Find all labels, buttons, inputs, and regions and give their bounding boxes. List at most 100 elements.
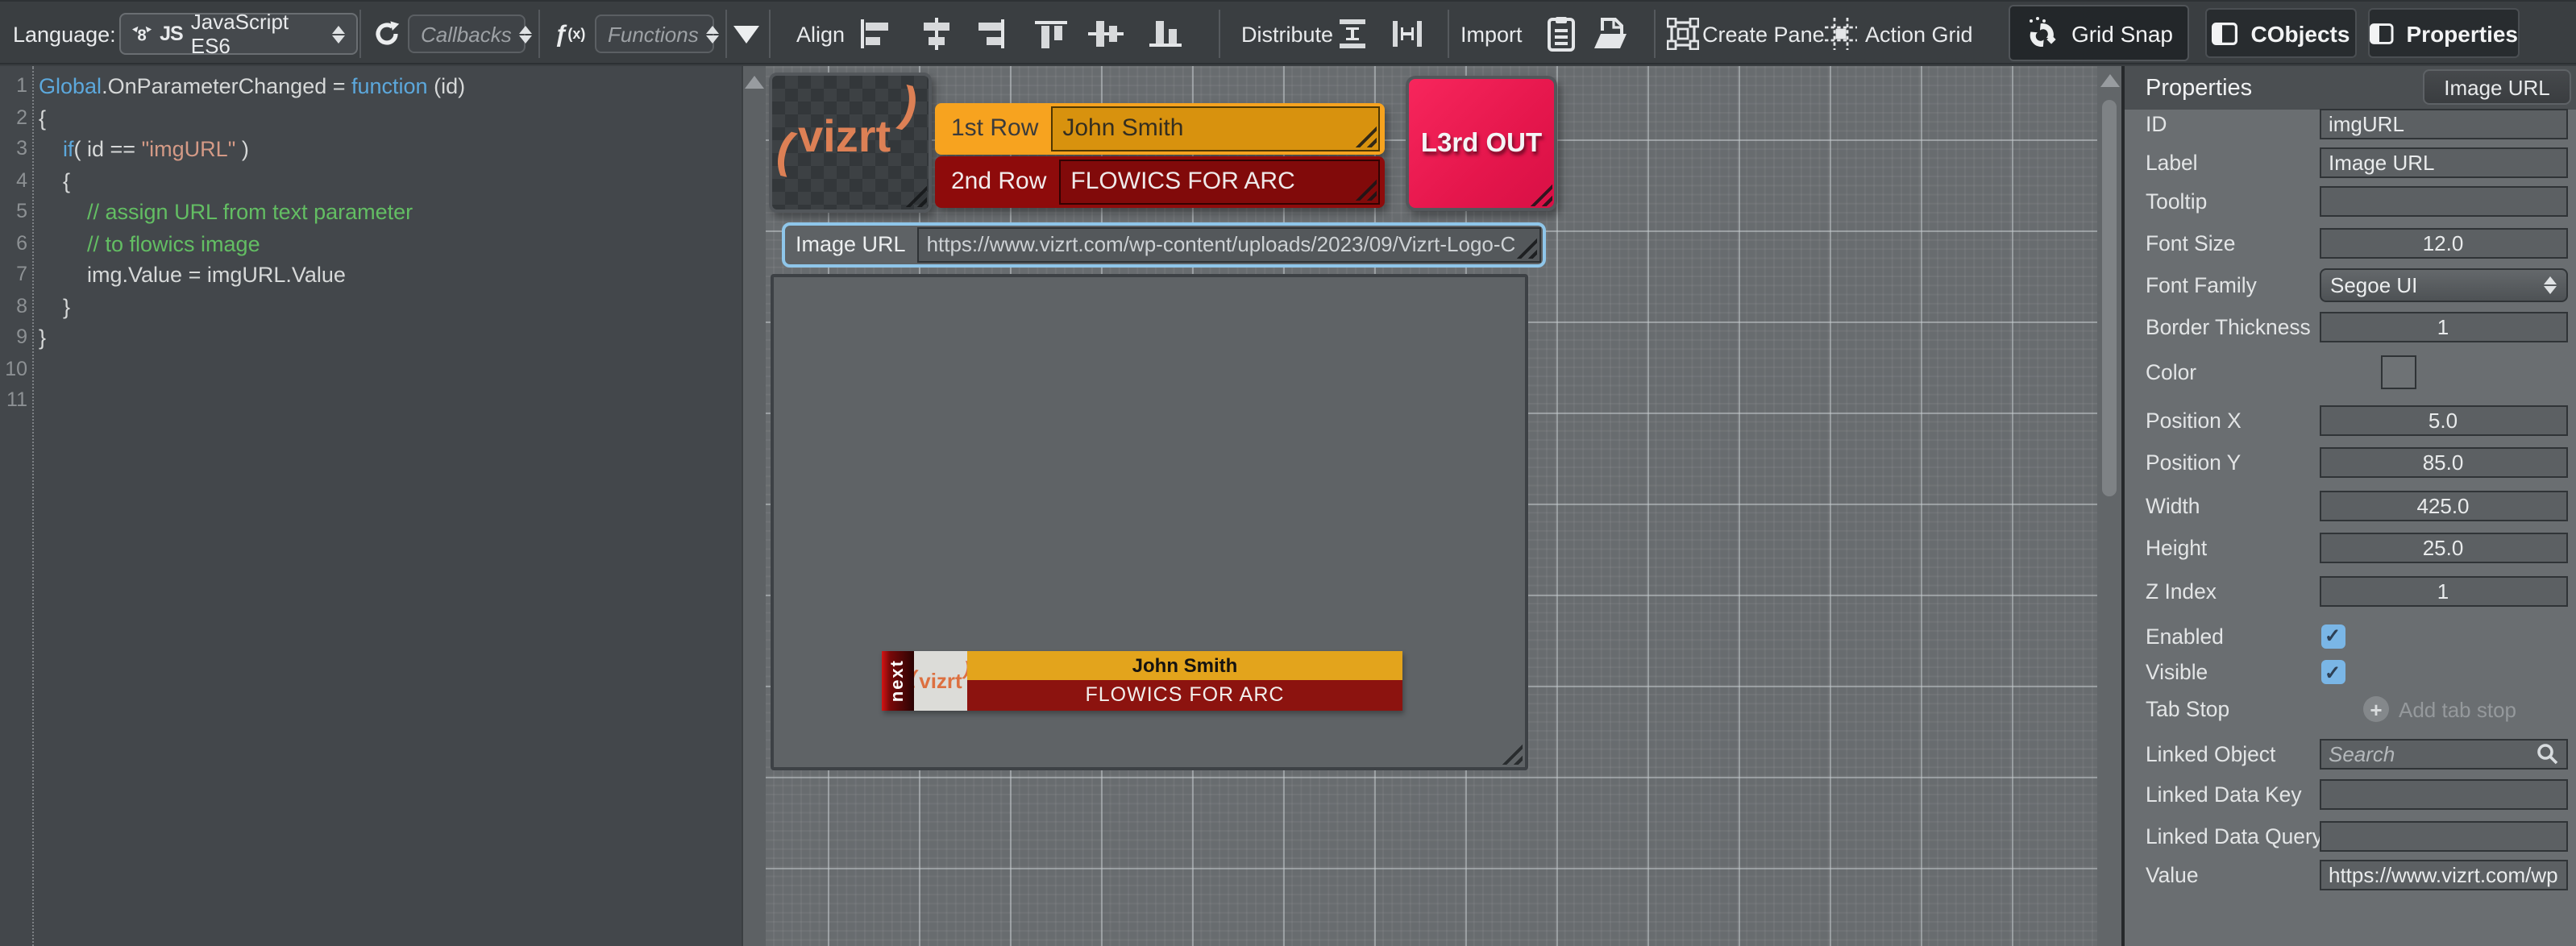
language-dropdown[interactable]: 8 JS JavaScript ES6 [119,13,358,55]
editor-code-content[interactable]: Global.OnParameterChanged = function (id… [39,71,465,417]
prop-select-font-family[interactable]: Segoe UI [2319,268,2567,301]
prop-checkbox-visible[interactable]: ✓ [2320,660,2345,684]
prop-text-linked-data-key[interactable] [2319,779,2567,810]
code-line[interactable]: if( id == "imgURL" ) [39,134,465,165]
prop-label-width: Width [2146,493,2200,517]
row1-input[interactable]: John Smith [1051,106,1380,151]
code-line[interactable]: { [39,165,465,197]
import-clipboard-button[interactable] [1548,16,1575,52]
grid-snap-toggle[interactable]: Grid Snap [2009,5,2189,61]
code-editor[interactable]: 1234567891011 Global.OnParameterChanged … [0,66,742,946]
properties-header: Properties Image URL [2125,66,2576,110]
prop-text-font-size[interactable]: 12.0 [2319,227,2567,258]
canvas-vertical-scrollbar[interactable] [2097,66,2121,946]
create-pane-icon [1667,18,1699,50]
align-top-icon [1032,18,1070,50]
prop-text-height[interactable]: 25.0 [2319,533,2567,563]
editor-collapse-caret[interactable] [733,26,759,44]
properties-title: Properties [2146,66,2252,110]
code-line[interactable]: // assign URL from text parameter [39,197,465,228]
code-line[interactable]: // to flowics image [39,228,465,259]
prop-addbutton-tab-stop[interactable]: +Add tab stop [2363,696,2516,722]
code-line[interactable] [39,354,465,385]
row1-text-widget[interactable]: 1st Row John Smith [935,102,1385,154]
align-middle-vertical-button[interactable] [1086,18,1125,50]
prop-text-linked-data-query[interactable] [2319,820,2567,851]
refresh-icon [372,19,401,48]
action-grid-icon-wrap[interactable] [1825,18,1857,50]
align-bottom-button[interactable] [1146,18,1185,50]
callbacks-dropdown[interactable]: Callbacks [408,15,526,53]
prop-text-z-index[interactable]: 1 [2319,575,2567,606]
row2-input[interactable]: FLOWICS FOR ARC [1059,159,1380,204]
editor-vertical-scrollbar[interactable] [742,66,767,946]
preview-pane[interactable]: next (vizrt) John Smith FLOWICS FOR ARC [770,274,1527,770]
prop-text-id[interactable]: imgURL [2319,109,2567,139]
l3rd-out-label: L3rd OUT [1421,128,1542,159]
prop-text-border-thickness[interactable]: 1 [2319,312,2567,342]
create-pane-button[interactable]: Create Pane [1702,2,1825,66]
prop-text-tooltip[interactable] [2319,186,2567,217]
selected-control-badge[interactable]: Image URL [2423,69,2571,105]
create-pane-icon-wrap[interactable] [1667,18,1699,50]
prop-text-position-x[interactable]: 5.0 [2319,405,2567,435]
import-file-button[interactable] [1593,16,1630,52]
row2-text-widget[interactable]: 2nd Row FLOWICS FOR ARC [935,156,1385,207]
line-number: 5 [0,197,32,228]
resize-handle[interactable] [1351,122,1377,147]
prop-label-position-x: Position X [2146,408,2242,432]
align-top-button[interactable] [1032,18,1070,50]
refresh-button[interactable] [368,16,406,52]
l3rd-out-button[interactable]: L3rd OUT [1406,76,1557,211]
properties-panel-toggle[interactable]: Properties [2368,8,2520,58]
prop-text-width[interactable]: 425.0 [2319,490,2567,521]
design-canvas[interactable]: ( vizrt ) 1st Row John Smith 2nd Row FLO… [766,66,2097,946]
js-icon: JS [160,23,183,45]
distribute-horizontal-button[interactable] [1390,18,1425,50]
resize-handle[interactable] [1497,739,1523,765]
resize-handle[interactable] [1527,180,1552,206]
code-line[interactable]: img.Value = imgURL.Value [39,259,465,291]
line-number: 11 [0,385,32,417]
code-line[interactable]: Global.OnParameterChanged = function (id… [39,71,465,102]
cobjects-panel-toggle[interactable]: CObjects [2205,8,2357,58]
scroll-up-arrow-icon[interactable] [2100,74,2119,87]
app-window: Language: 8 JS JavaScript ES6 Callbacks … [0,0,2576,946]
action-grid-button[interactable]: Action Grid [1865,2,1973,66]
align-center-horizontal-button[interactable] [917,18,956,50]
line-number: 3 [0,134,32,165]
align-left-button[interactable] [856,18,895,50]
prop-label-tooltip: Tooltip [2146,189,2207,214]
prop-label-value: Value [2146,862,2199,886]
prop-label-font-size: Font Size [2146,230,2235,255]
line-number: 2 [0,102,32,134]
functions-dropdown[interactable]: Functions [595,15,714,53]
scroll-up-arrow-icon[interactable] [745,76,764,89]
image-url-input[interactable]: https://www.vizrt.com/wp-content/uploads… [917,226,1540,262]
prop-checkbox-enabled[interactable]: ✓ [2320,624,2345,648]
vizrt-image-widget[interactable]: ( vizrt ) [769,72,932,212]
properties-button-label: Properties [2407,20,2519,46]
align-label: Align [796,2,845,66]
prop-search-linked-object[interactable]: Search [2319,738,2567,769]
align-bottom-icon [1146,18,1185,50]
prop-label-font-family: Font Family [2146,272,2257,297]
prop-text-position-y[interactable]: 85.0 [2319,447,2567,478]
cobjects-label: CObjects [2251,20,2350,46]
prop-text-value[interactable]: https://www.vizrt.com/wp [2319,859,2567,890]
code-line[interactable]: { [39,102,465,134]
v8-icon: 8 [132,23,152,45]
code-line[interactable]: } [39,322,465,354]
code-line[interactable] [39,385,465,417]
align-right-button[interactable] [970,18,1009,50]
prop-label-linked-data-key: Linked Data Key [2146,782,2302,807]
prop-color-color[interactable] [2381,355,2416,389]
resize-handle[interactable] [1351,175,1377,201]
prop-text-label[interactable]: Image URL [2319,147,2567,178]
scrollbar-thumb[interactable] [2101,100,2117,496]
distribute-vertical-button[interactable] [1335,18,1370,50]
code-line[interactable]: } [39,291,465,322]
grid-snap-magnet-icon [2025,16,2059,50]
vizrt-logo: ( vizrt ) [772,75,929,209]
image-url-widget-selected[interactable]: Image URL https://www.vizrt.com/wp-conte… [781,222,1545,267]
